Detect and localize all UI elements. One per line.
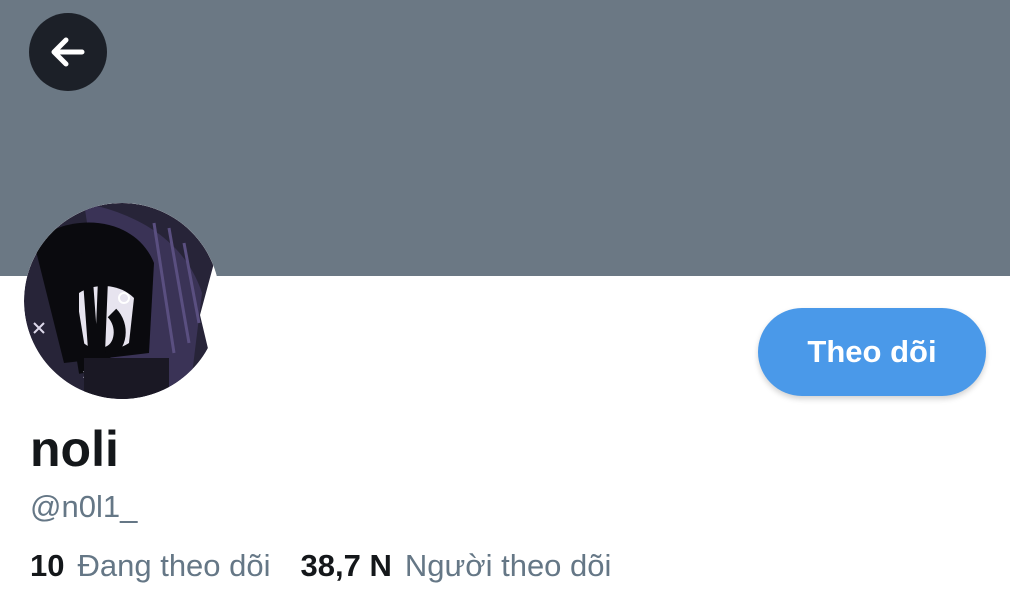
arrow-left-icon <box>51 37 85 67</box>
avatar[interactable] <box>24 203 220 399</box>
avatar-image <box>24 203 220 399</box>
followers-stat[interactable]: 38,7 N Người theo dõi <box>301 550 612 581</box>
display-name: noli <box>30 421 119 477</box>
followers-label: Người theo dõi <box>404 548 612 583</box>
username-handle: @n0l1_ <box>30 489 138 524</box>
following-count: 10 <box>30 548 65 583</box>
back-button[interactable] <box>29 13 107 91</box>
followers-count: 38,7 N <box>300 548 392 583</box>
following-stat[interactable]: 10 Đang theo dõi <box>30 550 271 581</box>
follow-stats: 10 Đang theo dõi 38,7 N Người theo dõi <box>30 550 611 581</box>
following-label: Đang theo dõi <box>77 548 271 583</box>
follow-button[interactable]: Theo dõi <box>758 308 986 396</box>
